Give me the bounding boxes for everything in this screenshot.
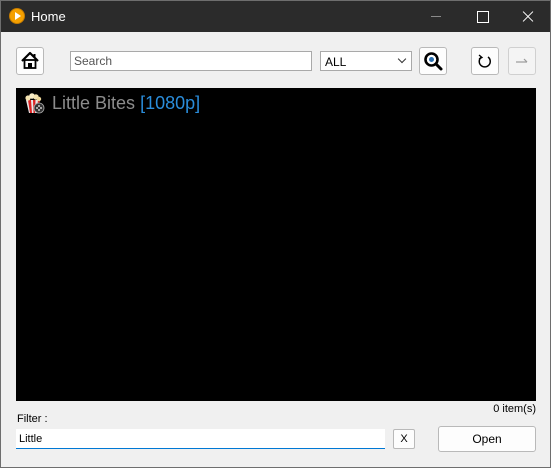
category-dropdown[interactable]: ALL xyxy=(320,51,412,71)
filter-label: Filter : xyxy=(17,413,48,425)
home-icon xyxy=(21,51,39,69)
forward-arrow-icon xyxy=(516,58,528,63)
window-title: Home xyxy=(31,9,66,24)
item-count: 0 item(s) xyxy=(493,403,536,415)
title-bar[interactable]: Home xyxy=(1,1,550,32)
main-window: Home ALL xyxy=(0,0,551,468)
search-button[interactable] xyxy=(419,47,447,75)
clear-filter-button[interactable]: X xyxy=(393,429,415,449)
list-item-quality: [1080p] xyxy=(140,93,201,113)
list-item-label: Little Bites [1080p] xyxy=(52,93,200,114)
category-selected-value: ALL xyxy=(325,55,347,69)
media-list[interactable]: Little Bites [1080p] xyxy=(16,88,536,401)
app-logo-icon xyxy=(9,8,25,24)
chevron-down-icon xyxy=(397,54,407,64)
refresh-icon xyxy=(478,54,491,68)
refresh-button[interactable] xyxy=(471,47,499,75)
maximize-button[interactable] xyxy=(459,1,505,32)
popcorn-movie-icon xyxy=(25,93,45,114)
forward-button[interactable] xyxy=(508,47,536,75)
open-button[interactable]: Open xyxy=(438,426,536,452)
home-button[interactable] xyxy=(16,47,44,75)
magnifier-icon xyxy=(424,52,443,71)
minimize-button[interactable] xyxy=(413,1,459,32)
close-button[interactable] xyxy=(505,1,551,32)
list-item-title: Little Bites xyxy=(52,93,136,113)
filter-input[interactable] xyxy=(16,429,385,449)
search-input[interactable] xyxy=(70,51,312,71)
